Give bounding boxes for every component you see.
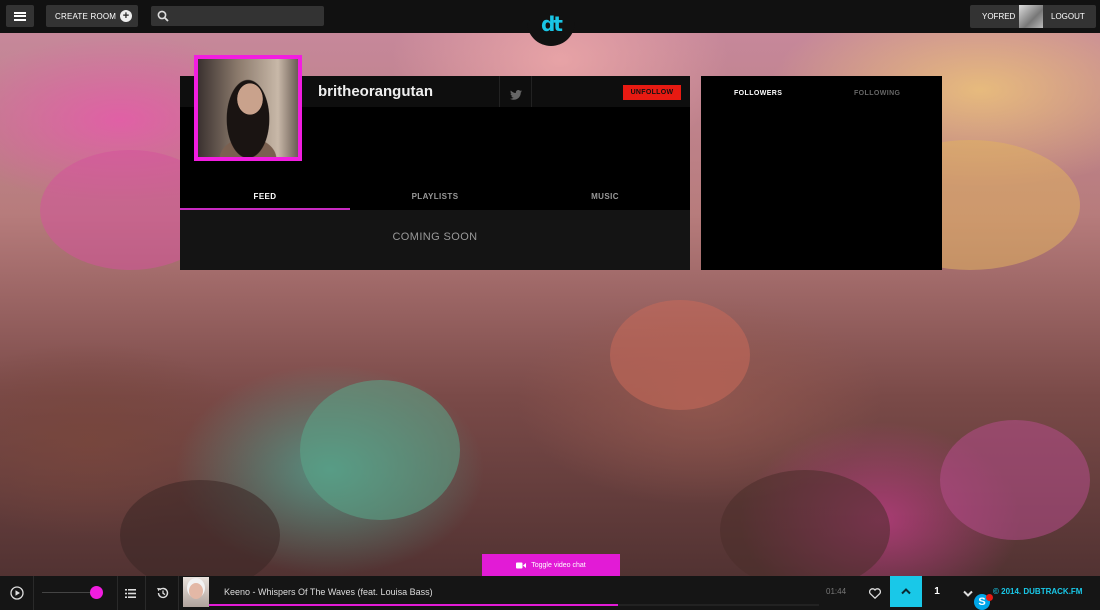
unfollow-button[interactable]: UNFOLLOW <box>623 85 681 100</box>
user-menu: YOFRED LOGOUT <box>970 5 1096 28</box>
video-chat-label: Toggle video chat <box>531 561 586 569</box>
user-avatar[interactable] <box>1019 5 1043 28</box>
profile-avatar <box>194 55 302 161</box>
search-icon <box>157 10 169 22</box>
search-input[interactable] <box>177 8 321 26</box>
song-progress-track <box>209 604 819 606</box>
tab-playlists[interactable]: PLAYLISTS <box>350 186 520 210</box>
profile-username: britheorangutan <box>318 83 433 100</box>
create-room-label: CREATE ROOM <box>55 11 117 21</box>
profile-avatar-image <box>198 59 298 157</box>
header-divider <box>499 76 500 107</box>
tab-followers[interactable]: FOLLOWERS <box>734 90 782 97</box>
plus-circle-icon: + <box>120 10 132 22</box>
menu-button[interactable] <box>6 5 34 27</box>
notification-badge <box>986 594 993 601</box>
player-divider <box>145 576 146 610</box>
volume-slider-knob[interactable] <box>90 586 103 599</box>
play-button[interactable] <box>0 576 33 610</box>
video-camera-icon <box>516 562 527 568</box>
history-button[interactable] <box>150 576 176 610</box>
feed-empty-message: COMING SOON <box>392 231 478 243</box>
song-progress-fill <box>209 604 618 606</box>
heart-icon <box>869 587 881 599</box>
chevron-up-icon <box>901 588 911 595</box>
tab-following[interactable]: FOLLOWING <box>854 90 900 97</box>
tab-feed[interactable]: FEED <box>180 186 350 210</box>
twitter-button[interactable] <box>510 87 522 105</box>
tab-music[interactable]: MUSIC <box>520 186 690 210</box>
copyright-text: © 2014. DUBTRACK.FM <box>993 587 1083 596</box>
search-box[interactable] <box>151 6 324 26</box>
upvote-button[interactable] <box>890 576 922 607</box>
dubtrack-logo[interactable]: dt <box>527 0 575 46</box>
twitter-icon <box>510 90 522 100</box>
queue-button[interactable] <box>118 576 142 610</box>
vote-count: 1 <box>934 586 940 597</box>
logo-text: dt <box>541 12 563 36</box>
now-playing-title: Keeno - Whispers Of The Waves (feat. Lou… <box>224 587 433 597</box>
header-divider <box>531 76 532 107</box>
song-time: 01:44 <box>826 587 847 596</box>
current-username[interactable]: YOFRED <box>982 12 1015 21</box>
toggle-video-chat-button[interactable]: Toggle video chat <box>482 554 620 576</box>
follow-panel: FOLLOWERS FOLLOWING <box>701 76 942 270</box>
logout-button[interactable]: LOGOUT <box>1051 12 1085 21</box>
top-navigation-bar: CREATE ROOM + dt YOFRED LOGOUT <box>0 0 1100 46</box>
chevron-down-icon <box>962 590 973 597</box>
create-room-button[interactable]: CREATE ROOM + <box>46 5 138 27</box>
history-icon <box>157 587 169 599</box>
player-divider <box>33 576 34 610</box>
favorite-button[interactable] <box>860 576 890 610</box>
profile-tabs: FEED PLAYLISTS MUSIC <box>180 186 690 210</box>
feed-panel: COMING SOON <box>180 210 690 270</box>
play-icon <box>9 586 24 600</box>
list-icon <box>124 588 136 598</box>
player-divider <box>178 576 179 610</box>
dj-avatar[interactable] <box>183 577 209 607</box>
hamburger-icon <box>14 11 26 21</box>
